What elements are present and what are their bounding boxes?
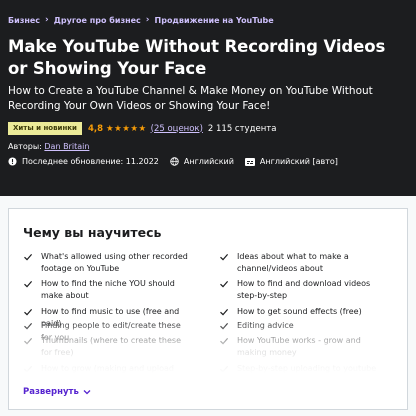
globe-icon <box>170 157 179 166</box>
author-link[interactable]: Dan Britain <box>44 142 89 151</box>
captions-text: Английский [авто] <box>259 157 338 166</box>
learn-title: Чему вы научитесь <box>23 225 162 240</box>
check-icon <box>24 281 33 288</box>
learn-item: How to grow (making and upload schedule <box>23 363 191 387</box>
learn-item: Editing advice <box>219 320 387 332</box>
rating-count-link[interactable]: (25 оценок) <box>151 124 203 134</box>
breadcrumb: Бизнес › Другое про бизнес › Продвижение… <box>8 15 274 25</box>
check-icon <box>220 338 229 345</box>
check-icon <box>220 309 229 316</box>
last-updated: Последнее обновление: 11.2022 <box>8 157 159 166</box>
last-updated-text: Последнее обновление: 11.2022 <box>22 157 159 166</box>
learn-item: What's allowed using other recorded foot… <box>23 251 191 275</box>
author-label: Авторы: <box>8 142 42 151</box>
check-icon <box>24 254 33 261</box>
course-title: Make YouTube Without Recording Videos or… <box>8 37 386 78</box>
learn-item: How YouTube works - grow and making mone… <box>219 335 387 359</box>
check-icon <box>24 323 33 330</box>
breadcrumb-business[interactable]: Бизнес <box>8 16 40 25</box>
learn-item: How to get sound effects (free) <box>219 306 387 318</box>
learn-item: Step-by-step uploading to youtube <box>219 363 387 375</box>
course-header: Бизнес › Другое про бизнес › Продвижение… <box>0 0 416 196</box>
star-rating-icon: ★★★★★ <box>106 123 147 134</box>
expand-button[interactable]: Развернуть <box>23 387 91 397</box>
alert-icon <box>8 157 17 166</box>
check-icon <box>220 254 229 261</box>
what-you-will-learn: Чему вы научитесь What's allowed using o… <box>8 208 408 410</box>
meta-row: Последнее обновление: 11.2022 Английский… <box>8 157 349 166</box>
breadcrumb-other-business[interactable]: Другое про бизнес <box>54 16 141 25</box>
students-count: 2 115 студента <box>207 123 277 134</box>
chevron-right-icon: › <box>45 15 49 25</box>
check-icon <box>220 366 229 373</box>
learn-item: Thumbnails (where to create these for fr… <box>23 335 191 359</box>
check-icon <box>24 338 33 345</box>
chevron-right-icon: › <box>145 15 150 25</box>
check-icon <box>220 323 229 330</box>
author-row: Авторы: Dan Britain <box>8 142 89 151</box>
check-icon <box>24 366 33 373</box>
course-captions: Английский [авто] <box>244 157 338 166</box>
breadcrumb-youtube-promotion[interactable]: Продвижение на YouTube <box>155 16 274 25</box>
rating-value: 4,8 <box>87 123 104 134</box>
expand-label: Развернуть <box>23 387 79 397</box>
language-text: Английский <box>183 157 234 166</box>
chevron-down-icon <box>83 390 91 395</box>
learn-item: How to find and download videos step-by-… <box>219 278 387 302</box>
course-subtitle: How to Create a YouTube Channel & Make M… <box>8 85 373 112</box>
closed-captions-icon <box>244 157 255 166</box>
learn-item: How to find the niche YOU should make ab… <box>23 278 191 302</box>
check-icon <box>220 281 229 288</box>
check-icon <box>24 309 33 316</box>
learn-item: Ideas about what to make a channel/video… <box>219 251 387 275</box>
course-language: Английский <box>170 157 234 166</box>
bestseller-badge: Хиты и новинки <box>8 122 82 135</box>
rating-row: Хиты и новинки 4,8 ★★★★★ (25 оценок) 2 1… <box>8 122 276 135</box>
